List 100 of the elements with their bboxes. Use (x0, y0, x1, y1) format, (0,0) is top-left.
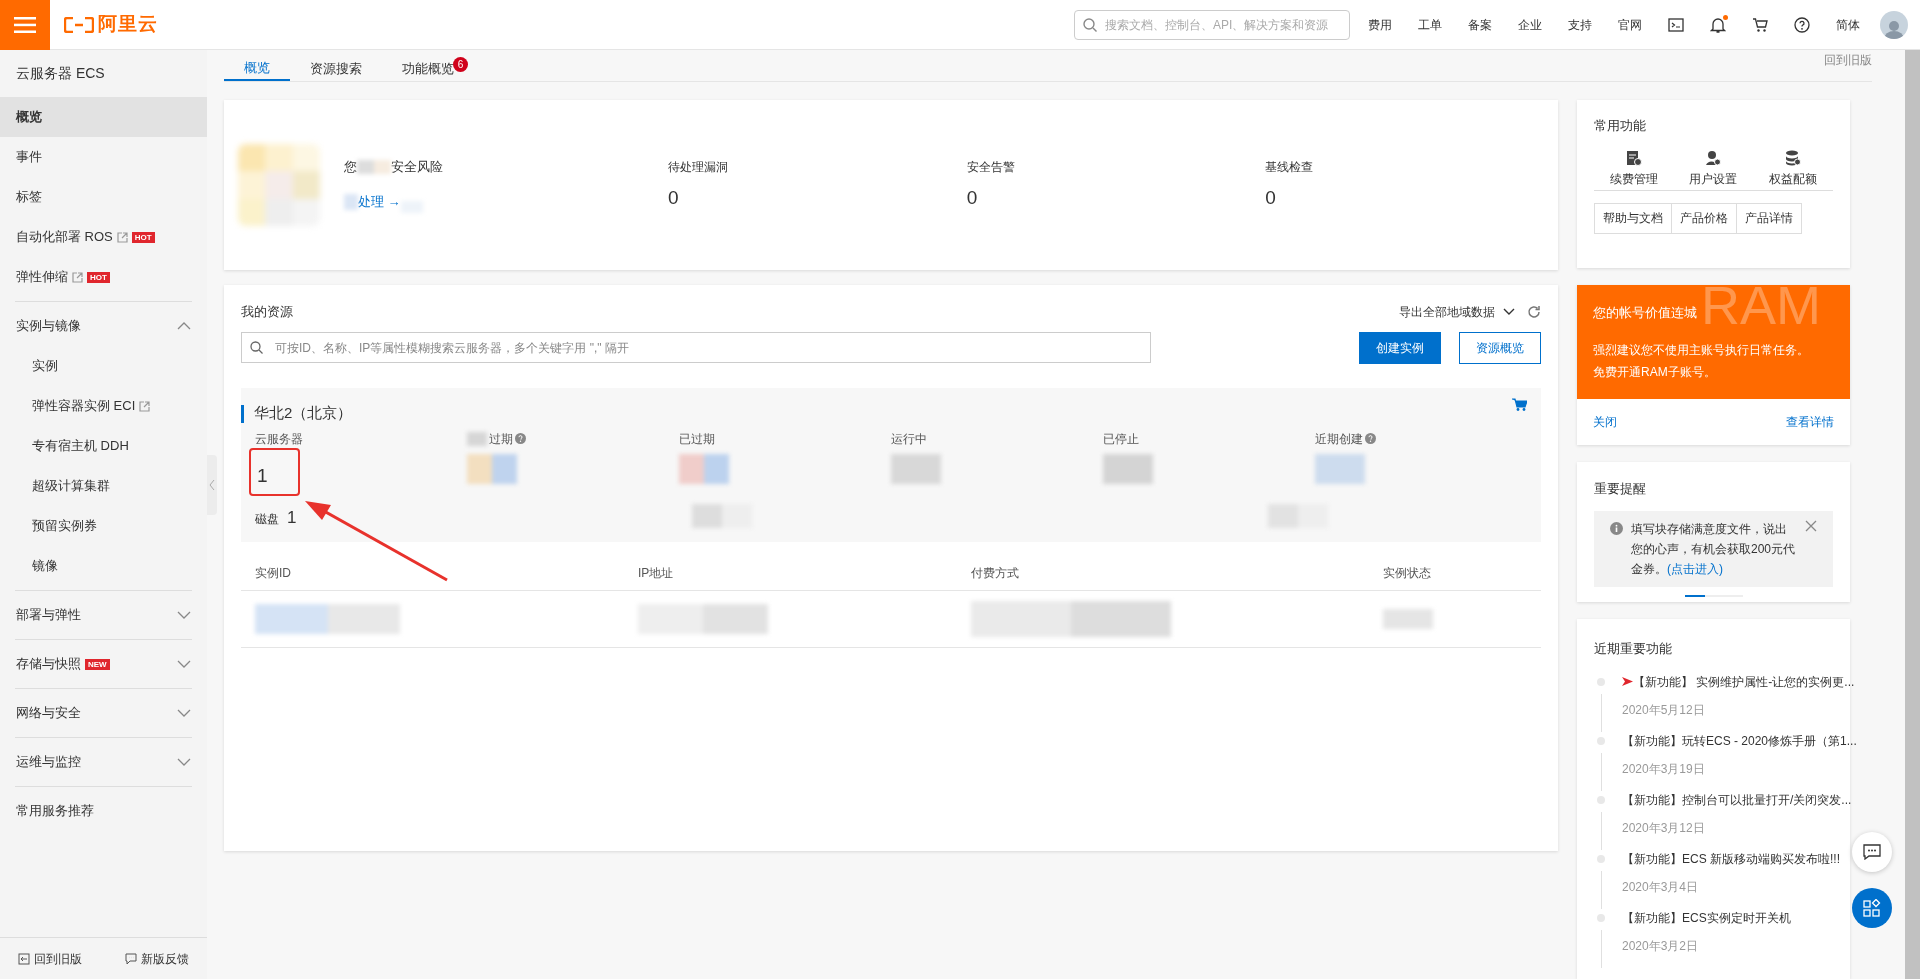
sidebar-item[interactable]: 事件 (0, 137, 207, 177)
handle-link[interactable]: 处理 → (358, 192, 401, 212)
sidebar-item[interactable]: 常用服务推荐 (0, 791, 207, 831)
nav-link[interactable]: 企业 (1518, 15, 1542, 34)
nav-link[interactable]: 官网 (1618, 15, 1642, 34)
annotation-box (249, 447, 300, 496)
notice-link[interactable]: (点击进入) (1667, 561, 1723, 576)
redacted-blur (1103, 453, 1153, 484)
badge: HOT (87, 271, 110, 283)
shortcut-button[interactable]: 续费管理 (1594, 149, 1674, 188)
tab[interactable]: 资源搜索 (290, 57, 382, 81)
quick-link[interactable]: 产品价格 (1671, 202, 1737, 234)
close-button[interactable] (1805, 518, 1817, 533)
shortcut-button[interactable]: 用户设置 (1673, 149, 1754, 188)
search-icon (250, 341, 263, 354)
redacted-blur (467, 453, 517, 484)
search-input[interactable]: 可按ID、名称、IP等属性模糊搜索云服务器，多个关键字用 "," 隔开 (275, 338, 1142, 357)
refresh-icon (1527, 304, 1541, 319)
card-title: 重要提醒 (1594, 480, 1647, 498)
menu-button[interactable] (0, 0, 50, 50)
sidebar-subitem[interactable]: 实例 (0, 346, 207, 386)
shortcut-button[interactable]: 权益配额 (1753, 149, 1833, 188)
sidebar-item[interactable]: 实例与镜像 (0, 306, 207, 346)
sidebar-item[interactable]: 自动化部署 ROS HOT (0, 217, 207, 257)
banner-text: 强烈建议您不使用主账号执行日常任务。 (1593, 341, 1809, 359)
stat-value: 0 (668, 185, 680, 210)
tab[interactable]: 概览 (224, 57, 290, 81)
chat-button[interactable] (1852, 832, 1892, 872)
footer-link[interactable]: 新版反馈 (125, 949, 189, 968)
news-date: 2020年3月19日 (1622, 760, 1706, 778)
scrollbar[interactable] (1905, 50, 1920, 979)
news-link[interactable]: 【新功能】玩转ECS - 2020修炼手册（第1... (1622, 731, 1857, 750)
sidebar-item[interactable]: 网络与安全 (0, 693, 207, 733)
sidebar-subitem[interactable]: 预留实例券 (0, 506, 207, 546)
logo-icon (64, 16, 94, 33)
news-date: 2020年5月12日 (1622, 701, 1706, 719)
sidebar-item[interactable]: 弹性伸缩 HOT (0, 257, 207, 297)
nav-link[interactable]: 工单 (1418, 15, 1442, 34)
database-icon (1785, 149, 1802, 166)
banner-link[interactable]: 查看详情 (1786, 413, 1834, 431)
refresh-button[interactable] (1527, 304, 1541, 319)
terminal-icon (1668, 16, 1684, 33)
banner-text: 免费开通RAM子账号。 (1593, 363, 1716, 381)
search-field[interactable]: 搜索文档、控制台、API、解决方案和资源 (1074, 9, 1350, 40)
sidebar-subitem[interactable]: 超级计算集群 (0, 466, 207, 506)
cart-button[interactable] (1752, 16, 1768, 33)
banner-link[interactable]: 关闭 (1593, 413, 1617, 431)
sidebar-item[interactable]: 部署与弹性 (0, 595, 207, 635)
apps-button[interactable] (1852, 888, 1892, 928)
news-date: 2020年3月2日 (1622, 937, 1700, 955)
redacted-blur (344, 193, 358, 210)
redacted-blur (1315, 453, 1365, 484)
help-button[interactable] (1794, 16, 1810, 33)
quick-link[interactable]: 帮助与文档 (1594, 202, 1672, 234)
action-button[interactable]: 资源概览 (1459, 331, 1541, 364)
nav-link[interactable]: 支持 (1568, 15, 1592, 34)
news-link[interactable]: 【新功能】 实例维护属性-让您的实例更... (1633, 672, 1855, 691)
news-link[interactable]: 【新功能】控制台可以批量打开/关闭突发... (1622, 790, 1852, 809)
sidebar-item[interactable]: 标签 (0, 177, 207, 217)
quick-link[interactable]: 产品详情 (1736, 202, 1802, 234)
search-input[interactable]: 搜索文档、控制台、API、解决方案和资源 (1105, 15, 1341, 34)
sidebar-subitem[interactable]: 镜像 (0, 546, 207, 586)
nav-link[interactable]: 备案 (1468, 15, 1492, 34)
sidebar-item[interactable]: 运维与监控 (0, 742, 207, 782)
back-link[interactable]: 回到旧版 (1824, 51, 1872, 81)
news-link[interactable]: 【新功能】ECS 新版移动端购买发布啦!!! (1622, 849, 1840, 868)
risk-text: 您 (344, 158, 357, 177)
nav-link[interactable]: 费用 (1368, 15, 1392, 34)
collapse-handle[interactable] (207, 455, 217, 515)
section-title: 我的资源 (241, 303, 293, 321)
person-silhouette-icon (1883, 18, 1905, 39)
column-header: 实例状态 (1383, 564, 1432, 582)
news-date: 2020年3月4日 (1622, 878, 1700, 896)
column-header: 付费方式 (971, 564, 1020, 582)
search-icon (1083, 17, 1097, 32)
search-field[interactable]: 可按ID、名称、IP等属性模糊搜索云服务器，多个关键字用 "," 隔开 (241, 332, 1151, 363)
news-link[interactable]: 【新功能】ECS实例定时开关机 (1622, 908, 1791, 927)
sidebar-item[interactable]: 概览 (0, 97, 207, 137)
menu-icon (14, 16, 36, 33)
footer-link[interactable]: 回到旧版 (18, 949, 82, 968)
sidebar-item[interactable]: 存储与快照 NEW (0, 644, 207, 684)
chevron-left-icon (209, 479, 215, 491)
cart-icon (1512, 397, 1527, 411)
sidebar-subitem[interactable]: 专有宿主机 DDH (0, 426, 207, 466)
sidebar-subitem[interactable]: 弹性容器实例 ECI (0, 386, 207, 426)
carousel-indicator[interactable] (1684, 594, 1705, 597)
cart-icon (1752, 16, 1768, 33)
stat-label: 运行中 (891, 430, 927, 448)
export-dropdown[interactable]: 导出全部地域数据 (1399, 302, 1515, 321)
notification-button[interactable] (1710, 16, 1726, 33)
avatar[interactable] (1880, 10, 1908, 39)
stat-value: 0 (1265, 185, 1277, 210)
sidebar-title: 云服务器 ECS (15, 64, 106, 83)
stat-value: 0 (966, 185, 979, 210)
tab[interactable]: 功能概览 6 (382, 57, 474, 81)
terminal-button[interactable] (1668, 16, 1684, 33)
stat-label: 已停止 (1103, 430, 1139, 448)
language-link[interactable]: 简体 (1836, 15, 1860, 34)
action-button[interactable]: 创建实例 (1359, 331, 1441, 364)
redacted-blur (679, 453, 729, 484)
